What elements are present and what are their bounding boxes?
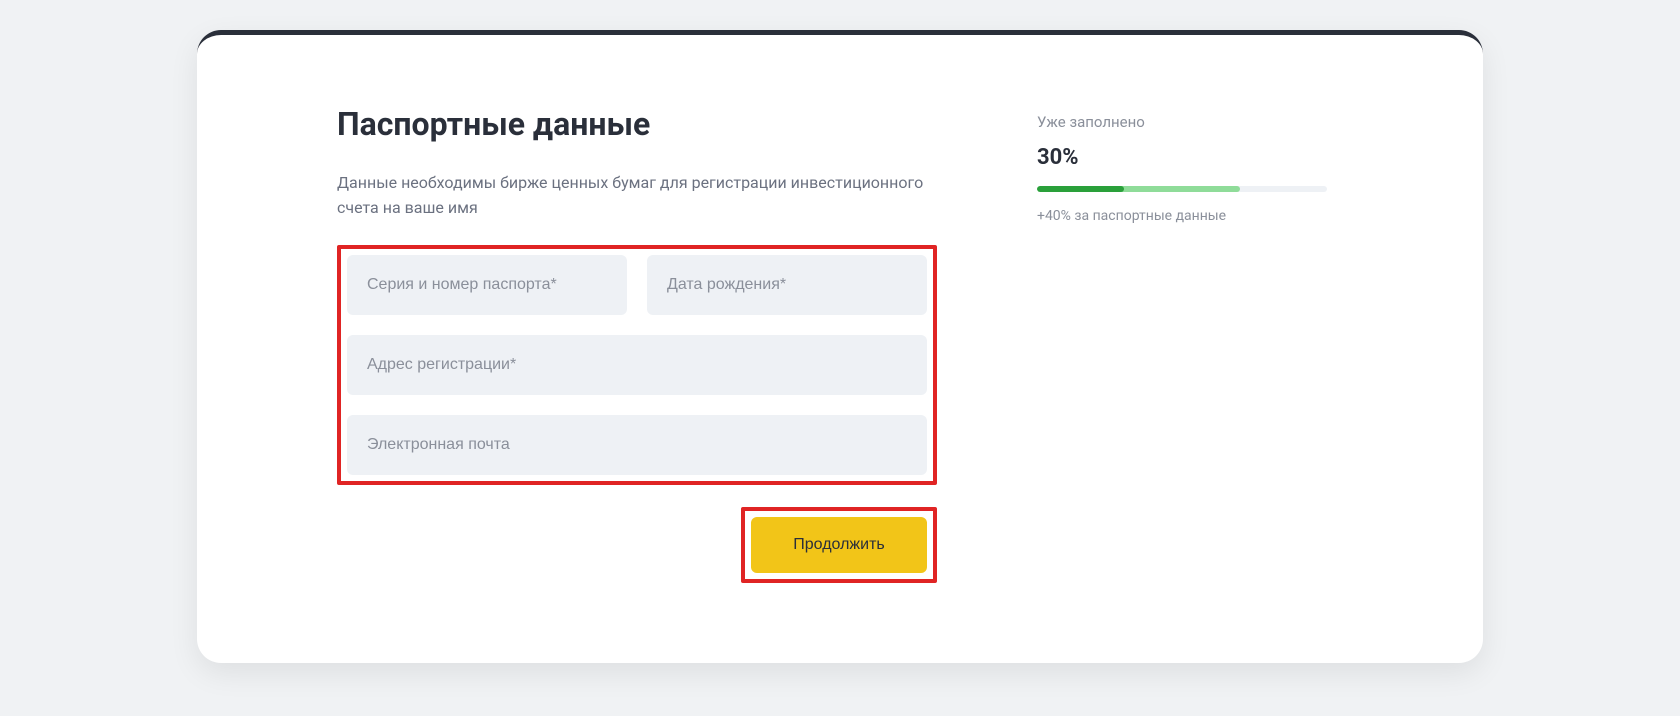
- progress-percent: 30%: [1037, 145, 1383, 170]
- row-email: [347, 415, 927, 475]
- progress-label: Уже заполнено: [1037, 113, 1383, 131]
- row-address: [347, 335, 927, 395]
- passport-input[interactable]: [347, 255, 627, 315]
- button-row: Продолжить: [337, 507, 937, 583]
- birthdate-input[interactable]: [647, 255, 927, 315]
- row-passport-birthdate: [347, 255, 927, 315]
- fields-highlight-box: [337, 245, 937, 485]
- form-card: Паспортные данные Данные необходимы бирж…: [197, 30, 1483, 663]
- continue-button[interactable]: Продолжить: [751, 517, 927, 573]
- progress-area: Уже заполнено 30% +40% за паспортные дан…: [1037, 105, 1383, 583]
- form-subheading: Данные необходимы бирже ценных бумаг для…: [337, 171, 937, 221]
- progress-fill-done: [1037, 186, 1124, 192]
- form-area: Паспортные данные Данные необходимы бирж…: [337, 105, 937, 583]
- button-highlight-box: Продолжить: [741, 507, 937, 583]
- form-heading: Паспортные данные: [337, 105, 937, 143]
- progress-hint: +40% за паспортные данные: [1037, 208, 1383, 224]
- email-input[interactable]: [347, 415, 927, 475]
- progress-bar: [1037, 186, 1327, 192]
- address-input[interactable]: [347, 335, 927, 395]
